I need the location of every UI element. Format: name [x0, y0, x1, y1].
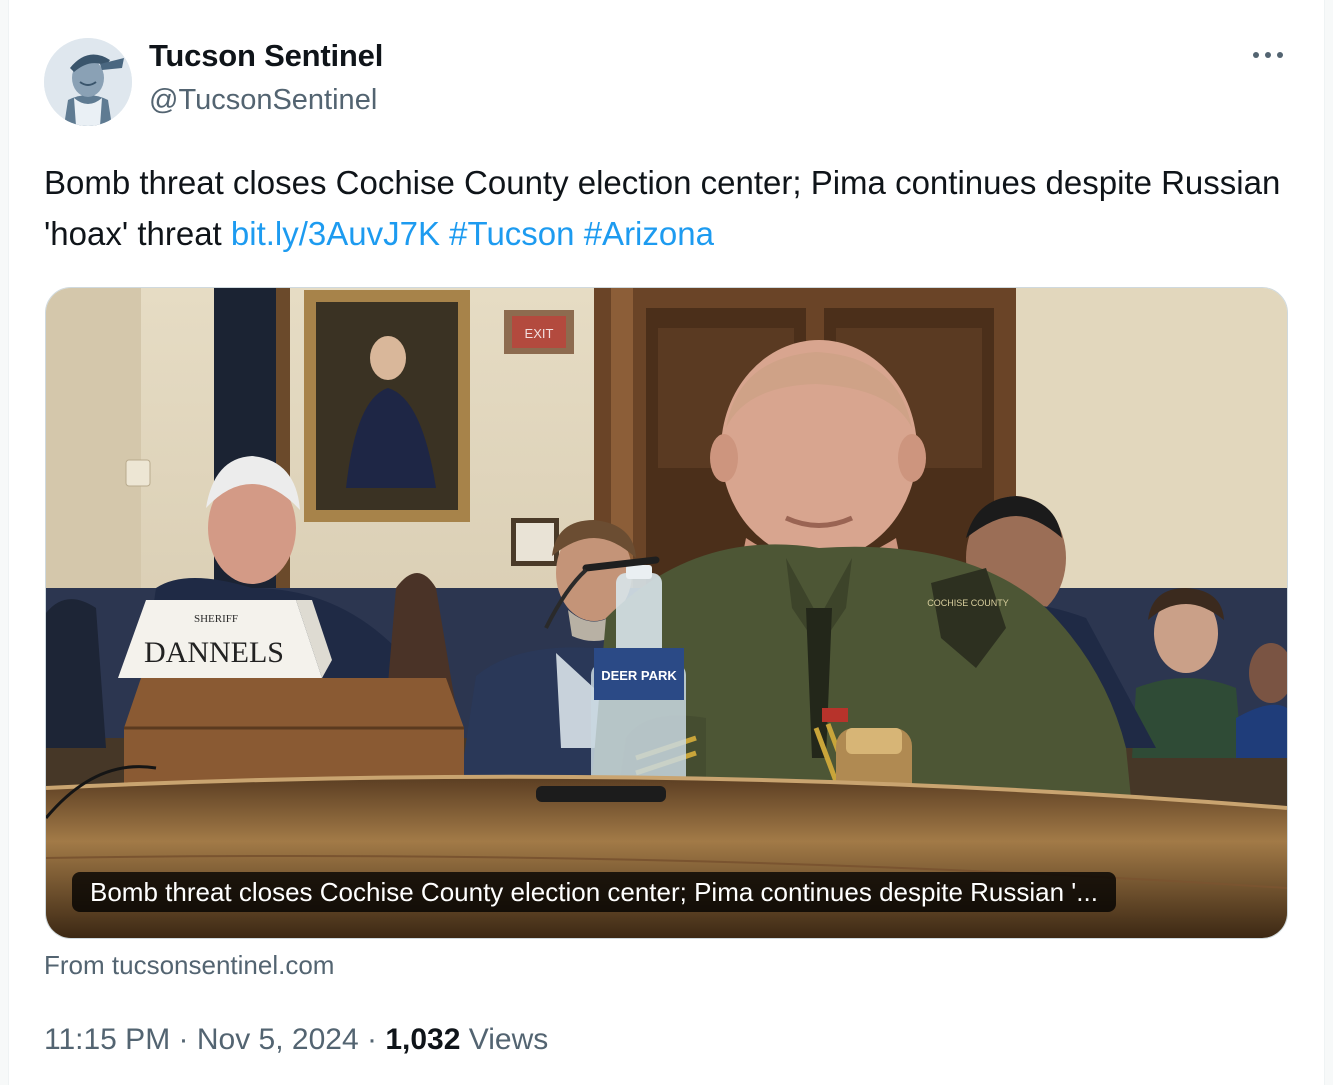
nameplate-name: DANNELS: [144, 636, 284, 669]
more-horizontal-icon[interactable]: [1250, 40, 1286, 70]
author-display-name[interactable]: Tucson Sentinel: [149, 38, 383, 74]
patch-text: COCHISE COUNTY: [927, 598, 1009, 608]
card-caption: Bomb threat closes Cochise County electi…: [72, 872, 1116, 912]
meta-separator: ·: [178, 1023, 189, 1056]
hashtag-tucson[interactable]: #Tucson: [449, 215, 574, 252]
tweet-link[interactable]: bit.ly/3AuvJ7K: [231, 215, 440, 252]
hashtag-arizona[interactable]: #Arizona: [584, 215, 714, 252]
tweet-time[interactable]: 11:15 PM: [44, 1023, 170, 1056]
meta-separator-2: ·: [367, 1023, 377, 1056]
bottle-label-text: DEER PARK: [601, 668, 677, 683]
tweet-text: Bomb threat closes Cochise County electi…: [44, 157, 1284, 259]
author-handle[interactable]: @TucsonSentinel: [149, 84, 377, 117]
card-photo: EXIT COCHISE COUNTY DEER PARK SHERIFF DA…: [46, 288, 1287, 938]
author-avatar[interactable]: [44, 38, 132, 126]
right-panel-edge: [1324, 0, 1333, 1085]
tweet-meta: 11:15 PM · Nov 5, 2024 · 1,032 Views: [44, 1023, 548, 1057]
exit-sign-text: EXIT: [525, 326, 554, 341]
left-panel-edge: [0, 0, 9, 1085]
nameplate-title: SHERIFF: [194, 613, 238, 625]
views-label: Views: [468, 1023, 549, 1056]
views-count[interactable]: 1,032: [385, 1023, 460, 1056]
link-card[interactable]: EXIT COCHISE COUNTY DEER PARK SHERIFF DA…: [45, 287, 1288, 939]
card-source[interactable]: From tucsonsentinel.com: [44, 950, 334, 981]
avatar-illustration: [44, 38, 132, 126]
tweet-date[interactable]: Nov 5, 2024: [197, 1023, 359, 1056]
